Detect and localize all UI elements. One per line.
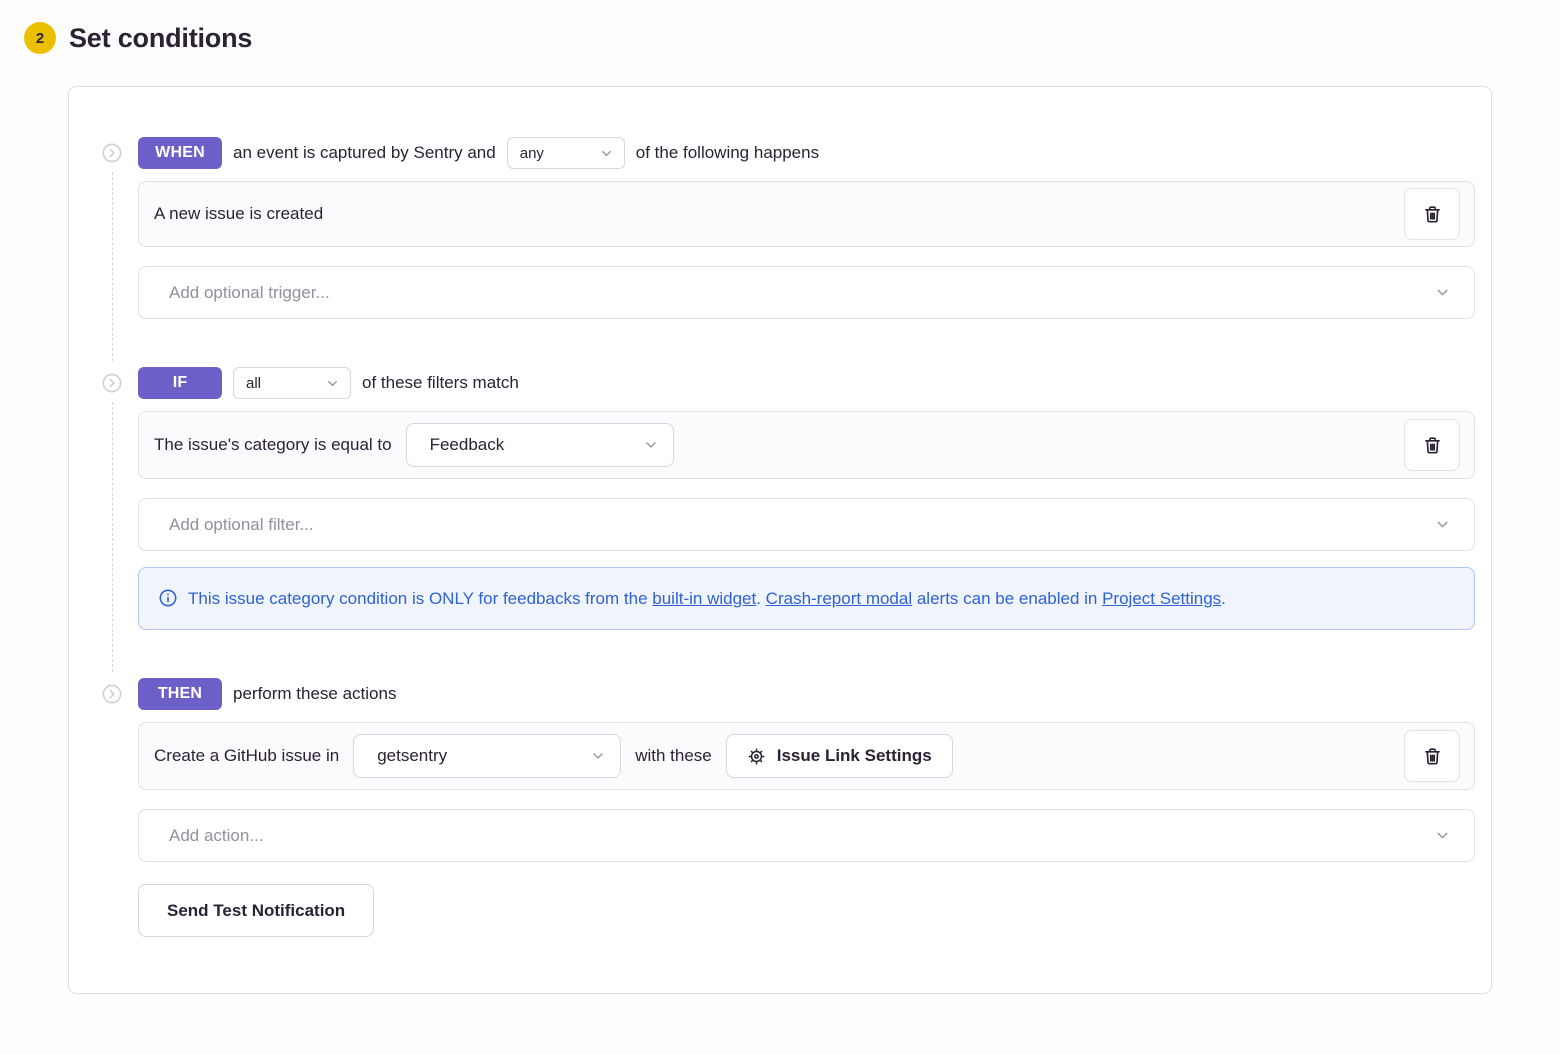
info-icon	[158, 588, 178, 608]
add-optional-filter-placeholder: Add optional filter...	[169, 515, 314, 535]
chevron-circle-icon	[101, 142, 123, 164]
add-optional-filter-select[interactable]: Add optional filter...	[138, 498, 1475, 551]
issue-link-settings-button[interactable]: Issue Link Settings	[726, 734, 953, 778]
github-repo-value: getsentry	[377, 746, 447, 766]
feedback-info-alert: This issue category condition is ONLY fo…	[138, 567, 1475, 630]
issue-category-value: Feedback	[430, 435, 505, 455]
add-action-select[interactable]: Add action...	[138, 809, 1475, 862]
filter-condition-row: The issue's category is equal to Feedbac…	[138, 411, 1475, 479]
add-action-placeholder: Add action...	[169, 826, 264, 846]
alert-text: alerts can be enabled in	[912, 589, 1102, 608]
trigger-condition-label: A new issue is created	[154, 204, 323, 224]
alert-text: This issue category condition is ONLY fo…	[188, 589, 652, 608]
chevron-down-icon	[643, 437, 659, 453]
chevron-down-icon	[1434, 284, 1451, 301]
page-title: Set conditions	[69, 23, 252, 54]
gear-icon	[747, 747, 766, 766]
delete-trigger-button[interactable]	[1404, 188, 1460, 240]
delete-filter-button[interactable]	[1404, 419, 1460, 471]
add-optional-trigger-select[interactable]: Add optional trigger...	[138, 266, 1475, 319]
github-repo-select[interactable]: getsentry	[353, 734, 621, 778]
when-text-after: of the following happens	[636, 143, 819, 163]
action-row: Create a GitHub issue in getsentry with …	[138, 722, 1475, 790]
crash-report-modal-link[interactable]: Crash-report modal	[766, 589, 912, 608]
set-conditions-page: 2 Set conditions WHEN an event is captur…	[0, 0, 1560, 994]
then-heading: THEN perform these actions	[138, 678, 1475, 710]
then-section: THEN perform these actions Create a GitH…	[101, 678, 1475, 937]
when-aggregation-select[interactable]: any	[507, 137, 625, 169]
if-text-after: of these filters match	[362, 373, 519, 393]
then-badge: THEN	[138, 678, 222, 710]
trigger-condition-row: A new issue is created	[138, 181, 1475, 247]
if-gutter	[101, 372, 123, 678]
issue-link-settings-label: Issue Link Settings	[777, 746, 932, 766]
chevron-down-icon	[1434, 516, 1451, 533]
action-label-before: Create a GitHub issue in	[154, 746, 339, 766]
then-gutter	[101, 683, 123, 937]
action-label-middle: with these	[635, 746, 712, 766]
step-number-badge: 2	[24, 22, 56, 54]
when-text-before: an event is captured by Sentry and	[233, 143, 496, 163]
if-section: IF all of these filters match The issue'…	[101, 367, 1475, 678]
issue-category-select[interactable]: Feedback	[406, 423, 674, 467]
chevron-down-icon	[1434, 827, 1451, 844]
if-aggregation-select[interactable]: all	[233, 367, 351, 399]
if-badge: IF	[138, 367, 222, 399]
delete-action-button[interactable]	[1404, 730, 1460, 782]
if-aggregation-value: all	[246, 375, 261, 392]
filter-condition-label: The issue's category is equal to	[154, 435, 392, 455]
send-test-notification-button[interactable]: Send Test Notification	[138, 884, 374, 937]
built-in-widget-link[interactable]: built-in widget	[652, 589, 756, 608]
trash-icon	[1422, 435, 1443, 456]
section-connector-line	[112, 402, 113, 672]
add-optional-trigger-placeholder: Add optional trigger...	[169, 283, 330, 303]
trash-icon	[1422, 746, 1443, 767]
chevron-down-icon	[599, 146, 614, 161]
chevron-circle-icon	[101, 683, 123, 705]
conditions-panel: WHEN an event is captured by Sentry and …	[68, 86, 1492, 994]
when-section: WHEN an event is captured by Sentry and …	[101, 137, 1475, 367]
when-badge: WHEN	[138, 137, 222, 169]
then-text-after: perform these actions	[233, 684, 396, 704]
chevron-down-icon	[325, 376, 340, 391]
chevron-down-icon	[590, 748, 606, 764]
chevron-circle-icon	[101, 372, 123, 394]
when-aggregation-value: any	[520, 145, 544, 162]
when-gutter	[101, 142, 123, 367]
project-settings-link[interactable]: Project Settings	[1102, 589, 1221, 608]
step-header: 2 Set conditions	[24, 22, 1536, 54]
section-connector-line	[112, 172, 113, 361]
trash-icon	[1422, 204, 1443, 225]
when-heading: WHEN an event is captured by Sentry and …	[138, 137, 1475, 169]
alert-text: .	[1221, 589, 1226, 608]
if-heading: IF all of these filters match	[138, 367, 1475, 399]
alert-text: .	[756, 589, 765, 608]
alert-message: This issue category condition is ONLY fo…	[188, 585, 1226, 612]
